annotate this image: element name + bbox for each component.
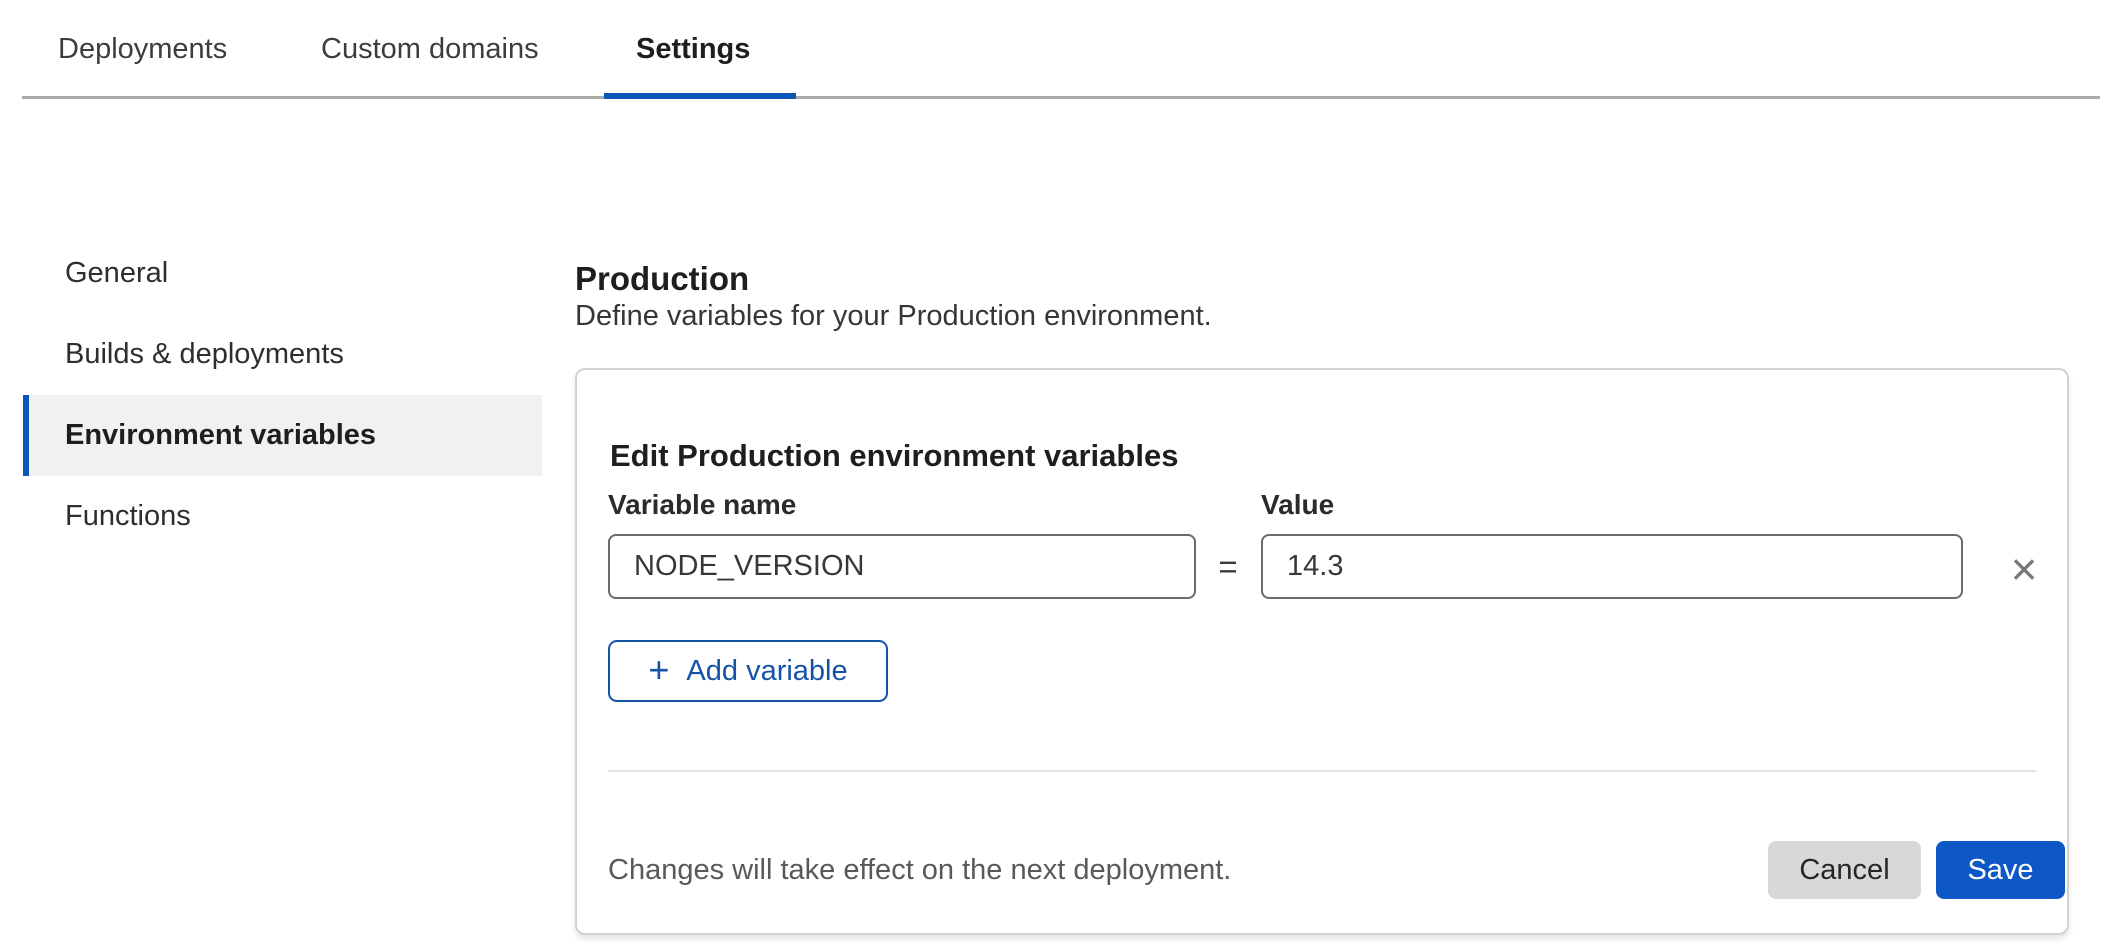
add-variable-label: Add variable xyxy=(686,655,847,688)
equals-sign: = xyxy=(1198,534,1258,599)
section-subtitle: Define variables for your Production env… xyxy=(575,300,1212,333)
section-title: Production xyxy=(575,260,749,298)
tab-custom-domains[interactable]: Custom domains xyxy=(321,33,539,66)
active-tab-underline xyxy=(604,93,796,99)
sidebar-item-functions[interactable]: Functions xyxy=(23,476,542,557)
page: Deployments Custom domains Settings Gene… xyxy=(0,0,2121,948)
cancel-button[interactable]: Cancel xyxy=(1768,841,1921,899)
sidebar-item-general[interactable]: General xyxy=(23,233,542,314)
variable-name-input[interactable] xyxy=(608,534,1196,599)
tab-deployments[interactable]: Deployments xyxy=(58,33,227,66)
variable-value-input[interactable] xyxy=(1261,534,1963,599)
tab-bar: Deployments Custom domains Settings xyxy=(0,0,2121,100)
footer-note: Changes will take effect on the next dep… xyxy=(608,854,1231,887)
value-label: Value xyxy=(1261,489,1334,521)
remove-variable-icon[interactable]: × xyxy=(1998,543,2050,595)
add-variable-button[interactable]: + Add variable xyxy=(608,640,888,702)
plus-icon: + xyxy=(648,652,669,688)
card-title: Edit Production environment variables xyxy=(610,438,1178,474)
sidebar-item-builds-deployments[interactable]: Builds & deployments xyxy=(23,314,542,395)
variable-name-label: Variable name xyxy=(608,489,796,521)
tab-bar-divider xyxy=(22,96,2100,99)
save-button[interactable]: Save xyxy=(1936,841,2065,899)
tab-settings[interactable]: Settings xyxy=(636,33,750,66)
settings-sidebar: General Builds & deployments Environment… xyxy=(23,233,542,557)
card-footer-divider xyxy=(608,770,2036,772)
sidebar-item-environment-variables[interactable]: Environment variables xyxy=(23,395,542,476)
